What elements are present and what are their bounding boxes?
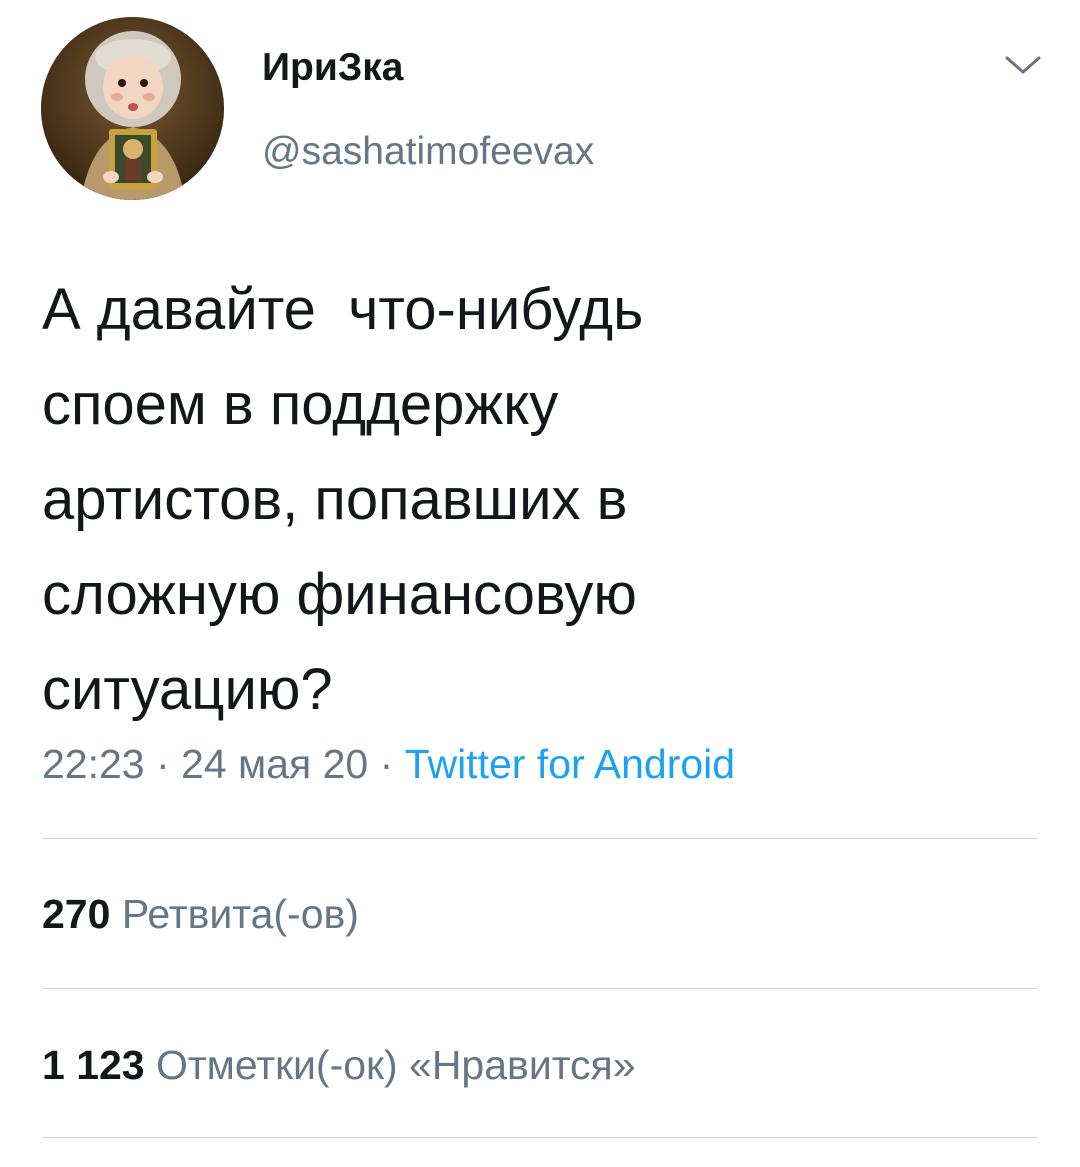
divider [42, 988, 1038, 989]
likes-count: 1 123 [42, 1042, 145, 1088]
tweet-text: А давайте что-нибудь споем в поддержку а… [42, 277, 644, 722]
retweets-count: 270 [42, 891, 111, 937]
avatar-image [41, 17, 224, 200]
display-name[interactable]: ИриЗка [262, 44, 403, 92]
user-handle[interactable]: @sashatimofeevax [262, 128, 594, 176]
avatar[interactable] [41, 17, 224, 200]
tweet-time[interactable]: 22:23 [42, 741, 145, 787]
retweets-stat[interactable]: 270 Ретвита(-ов) [42, 888, 359, 940]
likes-label: Отметки(-ок) «Нравится» [156, 1042, 636, 1088]
divider [42, 838, 1038, 839]
tweet-source-link[interactable]: Twitter for Android [405, 741, 735, 787]
meta-separator: · [368, 741, 405, 787]
retweets-label: Ретвита(-ов) [121, 891, 359, 937]
meta-separator: · [144, 741, 182, 787]
divider [42, 1137, 1038, 1138]
likes-stat[interactable]: 1 123 Отметки(-ок) «Нравится» [42, 1039, 636, 1091]
tweet-date[interactable]: 24 мая 20 [181, 741, 368, 787]
tweet: ИриЗка @sashatimofeevax А давайте что-ни… [0, 0, 1080, 1167]
tweet-meta: 22:23 · 24 мая 20 · Twitter for Android [42, 738, 735, 790]
chevron-down-icon[interactable] [1002, 50, 1044, 80]
